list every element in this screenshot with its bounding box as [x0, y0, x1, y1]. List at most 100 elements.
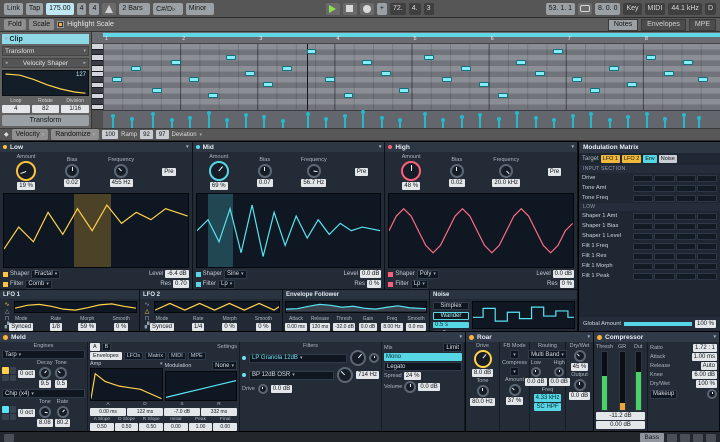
ramp-to[interactable]: 97 — [156, 130, 169, 139]
amount-knob[interactable] — [209, 161, 229, 181]
velocity-stem[interactable] — [442, 120, 444, 129]
drive-knob[interactable] — [258, 384, 268, 394]
loop-value[interactable]: 4 — [2, 105, 30, 113]
midi-note[interactable] — [698, 77, 708, 82]
matrix-cell[interactable] — [633, 263, 653, 270]
matrix-row[interactable]: Shaper 1 Bias — [579, 221, 720, 231]
amount-value[interactable]: 69 % — [210, 182, 228, 190]
matrix-cell[interactable] — [633, 175, 653, 182]
midi-note[interactable] — [325, 77, 335, 82]
tab-engine-b[interactable]: B — [102, 343, 112, 351]
matrix-cell[interactable] — [654, 253, 674, 260]
mono-button[interactable]: Mono — [384, 353, 462, 361]
volume-value[interactable]: 0.0 dB — [418, 383, 439, 391]
tone-freq-value[interactable]: 80.0 Hz — [470, 398, 495, 406]
thresh-meter[interactable] — [601, 351, 608, 411]
piano-key-white[interactable] — [92, 105, 103, 111]
transform-section-menu[interactable]: Transform▾ — [2, 46, 89, 56]
filter2-freq-value[interactable]: 714 Hz — [356, 371, 379, 379]
matrix-cell[interactable] — [654, 213, 674, 220]
midi-note[interactable] — [479, 82, 489, 87]
initial-field[interactable]: 0.00 — [164, 423, 188, 431]
output-knob[interactable] — [574, 379, 586, 391]
peak-field[interactable]: 1.00 — [189, 423, 213, 431]
lfo-mode[interactable]: Synced — [9, 323, 33, 331]
lfo-display[interactable] — [154, 301, 280, 313]
decay-field[interactable]: 122 ms — [127, 408, 163, 416]
device-activator[interactable] — [469, 335, 474, 340]
matrix-cell[interactable] — [676, 243, 696, 250]
band-activator[interactable] — [388, 145, 392, 149]
velocity-stem[interactable] — [424, 114, 426, 128]
matrix-row[interactable]: Filt 1 Morph — [579, 261, 720, 271]
band-header[interactable]: Low▾ — [0, 142, 192, 152]
low-knob[interactable] — [531, 367, 541, 377]
engine-a-knob2[interactable] — [55, 367, 67, 379]
lfo-morph[interactable]: 0 % — [222, 323, 236, 331]
lfo-smooth[interactable]: 0 % — [256, 323, 270, 331]
matrix-row[interactable]: Filt 1 Peak — [579, 271, 720, 281]
midi-note[interactable] — [590, 88, 600, 93]
pre-button[interactable]: Pre — [548, 168, 561, 176]
modulation-target-menu[interactable]: None▾ — [212, 361, 237, 370]
settings-button[interactable]: Settings — [217, 344, 237, 350]
matrix-cell[interactable] — [676, 263, 696, 270]
engine-b-knob1-value[interactable]: 8.08 — [37, 419, 53, 427]
shaper-display[interactable] — [3, 193, 189, 268]
drive-value[interactable]: 8.0 dB — [472, 369, 493, 377]
amp-envelope-display[interactable] — [90, 368, 163, 401]
sc-hpf-button[interactable]: SC HPF — [534, 403, 560, 411]
track-label[interactable]: Bass — [640, 433, 664, 442]
midi-note[interactable] — [498, 93, 508, 98]
note-grid[interactable] — [103, 44, 720, 110]
matrix-cell[interactable] — [633, 195, 653, 202]
drive-value[interactable]: 0.0 dB — [271, 385, 292, 393]
release-value[interactable]: 120 ms — [310, 323, 330, 331]
matrix-cell[interactable] — [697, 195, 717, 202]
matrix-cell[interactable] — [676, 195, 696, 202]
matrix-row[interactable]: Shaper 1 Level — [579, 231, 720, 241]
velocity-lane[interactable] — [103, 110, 720, 128]
knee-value[interactable]: 6.00 dB — [692, 371, 717, 379]
velocity-stem[interactable] — [282, 121, 284, 128]
matrix-cell[interactable] — [676, 273, 696, 280]
high-knob[interactable] — [554, 367, 564, 377]
global-amount-slider[interactable] — [624, 322, 692, 326]
midi-note[interactable] — [609, 66, 619, 71]
matrix-cell[interactable] — [633, 213, 653, 220]
matrix-cell[interactable] — [654, 243, 674, 250]
show-hide-icon[interactable] — [4, 434, 14, 442]
randomize-amount[interactable]: 100 — [102, 130, 118, 139]
lfo-shape-list[interactable]: ∿△⊓▞≍ — [142, 301, 152, 313]
velocity-stem[interactable] — [381, 118, 383, 128]
matrix-cell[interactable] — [654, 263, 674, 270]
position-beats[interactable]: 4. — [409, 3, 421, 15]
midi-note[interactable] — [516, 60, 526, 65]
midi-note[interactable] — [424, 55, 434, 60]
matrix-row[interactable]: Shaper 1 Amt — [579, 211, 720, 221]
velocity-stem[interactable] — [245, 115, 247, 128]
lfo-display[interactable] — [14, 301, 137, 313]
amount-value[interactable]: 48 % — [402, 182, 420, 190]
noise-mode-wander[interactable]: Wander — [433, 312, 469, 320]
tempo-field[interactable]: 175.00 — [46, 3, 73, 15]
source-noise[interactable]: Noise — [659, 155, 677, 163]
matrix-cell[interactable] — [633, 185, 653, 192]
attack-value[interactable]: 1.00 ms — [692, 353, 717, 361]
velocity-stem[interactable] — [307, 114, 309, 128]
midi-note[interactable] — [263, 82, 273, 87]
makeup-button[interactable]: Makeup — [650, 390, 677, 399]
matrix-cell[interactable] — [654, 223, 674, 230]
lfo-smooth[interactable]: 0 % — [114, 323, 128, 331]
matrix-cell[interactable] — [697, 263, 717, 270]
matrix-cell[interactable] — [676, 175, 696, 182]
shaper-type-menu[interactable]: Poly▾ — [417, 270, 439, 279]
bias-knob[interactable] — [450, 164, 464, 178]
matrix-cell[interactable] — [676, 253, 696, 260]
ratio-value[interactable]: 1.72 : 1 — [693, 344, 717, 352]
frequency-value[interactable]: 20.0 kHz — [492, 179, 520, 187]
band-activator[interactable] — [3, 145, 7, 149]
lfo-mode[interactable]: Synced — [150, 323, 174, 331]
legato-button[interactable]: Legato — [384, 362, 462, 371]
midi-note[interactable] — [152, 88, 162, 93]
